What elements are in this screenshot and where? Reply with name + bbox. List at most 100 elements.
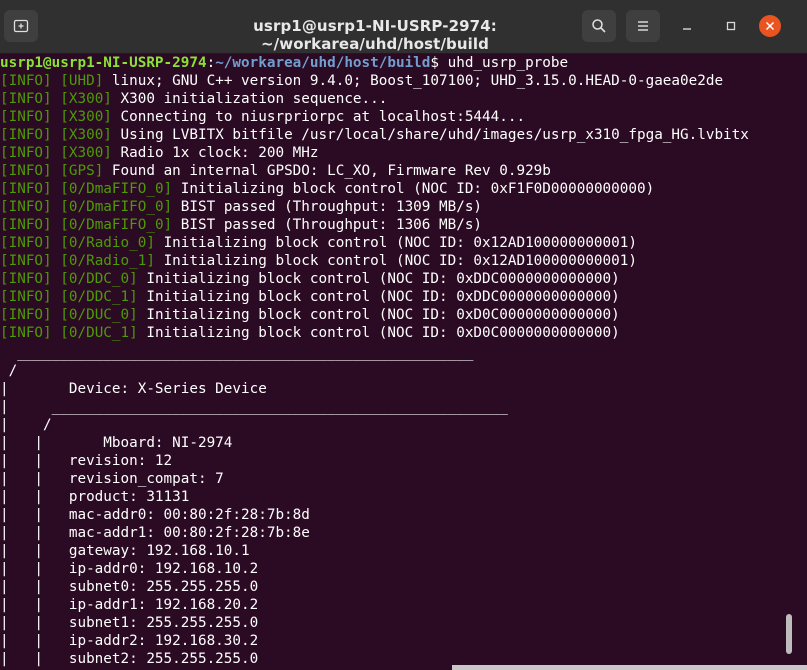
log-message: BIST passed (Throughput: 1309 MB/s) — [180, 199, 483, 215]
hamburger-menu-icon — [638, 21, 648, 31]
log-line: [INFO] [0/DUC_0] Initializing block cont… — [0, 306, 620, 324]
log-message: Initializing block control (NOC ID: 0x12… — [163, 253, 637, 269]
minimize-button[interactable] — [676, 15, 698, 37]
menu-button[interactable] — [626, 10, 660, 42]
log-level: [INFO] — [0, 91, 52, 107]
log-tag: [X300] — [60, 91, 112, 107]
device-tree-line: | | product: 31131 — [0, 489, 190, 505]
log-message: Connecting to niusrpriorpc at localhost:… — [120, 109, 526, 125]
prompt-user-host: usrp1@usrp1-NI-USRP-2974 — [0, 55, 207, 71]
log-tag: [X300] — [60, 145, 112, 161]
device-tree-line: | | subnet1: 255.255.255.0 — [0, 615, 259, 631]
log-tag: [0/DmaFIFO_0] — [60, 217, 173, 233]
prompt-separator: : — [206, 55, 216, 71]
log-tag: [0/Radio_0] — [60, 235, 155, 251]
device-tree-line: | | revision_compat: 7 — [0, 471, 224, 487]
prompt-line: usrp1@usrp1-NI-USRP-2974:~/workarea/uhd/… — [0, 54, 568, 72]
log-tag: [0/DDC_1] — [60, 289, 138, 305]
device-tree-line: | | ip-addr0: 192.168.10.2 — [0, 561, 259, 577]
prompt-path: ~/workarea/uhd/host/build — [215, 55, 431, 71]
scrollbar-track[interactable] — [792, 54, 807, 670]
device-tree-line: | | gateway: 192.168.10.1 — [0, 543, 250, 559]
log-message: Initializing block control (NOC ID: 0x12… — [163, 235, 637, 251]
terminal-output[interactable]: usrp1@usrp1-NI-USRP-2974:~/workarea/uhd/… — [0, 54, 790, 670]
log-tag: [0/DDC_0] — [60, 271, 138, 287]
log-level: [INFO] — [0, 289, 52, 305]
log-level: [INFO] — [0, 307, 52, 323]
log-tag: [X300] — [60, 127, 112, 143]
log-tag: [0/DUC_0] — [60, 307, 138, 323]
log-message: BIST passed (Throughput: 1306 MB/s) — [180, 217, 483, 233]
device-tree-line: | Device: X-Series Device — [0, 381, 267, 397]
log-line: [INFO] [0/DDC_1] Initializing block cont… — [0, 288, 620, 306]
log-tag: [0/DmaFIFO_0] — [60, 199, 173, 215]
log-line: [INFO] [X300] Connecting to niusrpriorpc… — [0, 108, 525, 126]
maximize-icon — [726, 21, 736, 31]
log-message: Initializing block control (NOC ID: 0xD0… — [146, 325, 620, 341]
window-title: usrp1@usrp1-NI-USRP-2974: ~/workarea/uhd… — [253, 17, 497, 53]
log-message: linux; GNU C++ version 9.4.0; Boost_1071… — [111, 73, 724, 89]
close-icon — [765, 21, 775, 31]
log-level: [INFO] — [0, 217, 52, 233]
log-line: [INFO] [0/DmaFIFO_0] BIST passed (Throug… — [0, 198, 482, 216]
log-message: Initializing block control (NOC ID: 0xF1… — [180, 181, 655, 197]
device-tree-line: | | Mboard: NI-2974 — [0, 435, 233, 451]
device-tree-line: | | revision: 12 — [0, 453, 173, 469]
log-line: [INFO] [X300] Using LVBITX bitfile /usr/… — [0, 126, 749, 144]
log-tag: [X300] — [60, 109, 112, 125]
minimize-icon — [683, 28, 691, 30]
command-text: uhd_usrp_probe — [447, 55, 569, 71]
log-tag: [0/DUC_1] — [60, 325, 138, 341]
log-message: X300 initialization sequence... — [120, 91, 388, 107]
log-line: [INFO] [GPS] Found an internal GPSDO: LC… — [0, 162, 551, 180]
log-level: [INFO] — [0, 235, 52, 251]
title-bar: usrp1@usrp1-NI-USRP-2974: ~/workarea/uhd… — [0, 0, 807, 54]
log-line: [INFO] [X300] Radio 1x clock: 200 MHz — [0, 144, 319, 162]
log-message: Radio 1x clock: 200 MHz — [120, 145, 319, 161]
prompt-symbol: $ — [430, 55, 448, 71]
log-tag: [0/Radio_1] — [60, 253, 155, 269]
log-message: Initializing block control (NOC ID: 0xD0… — [146, 307, 620, 323]
log-level: [INFO] — [0, 145, 52, 161]
log-tag: [0/DmaFIFO_0] — [60, 181, 173, 197]
log-level: [INFO] — [0, 271, 52, 287]
search-button[interactable] — [582, 10, 616, 42]
device-tree-line: | | mac-addr1: 00:80:2f:28:7b:8e — [0, 525, 310, 541]
log-line: [INFO] [0/DmaFIFO_0] BIST passed (Throug… — [0, 216, 482, 234]
device-tree-line: / — [0, 363, 18, 379]
log-level: [INFO] — [0, 109, 52, 125]
log-line: [INFO] [UHD] linux; GNU C++ version 9.4.… — [0, 72, 723, 90]
log-message: Initializing block control (NOC ID: 0xDD… — [146, 271, 620, 287]
maximize-button[interactable] — [720, 15, 742, 37]
log-level: [INFO] — [0, 73, 52, 89]
close-button[interactable] — [759, 15, 781, 37]
new-tab-button[interactable] — [4, 10, 38, 42]
log-message: Found an internal GPSDO: LC_XO, Firmware… — [111, 163, 551, 179]
scrollbar-thumb[interactable] — [786, 614, 792, 654]
log-line: [INFO] [0/DmaFIFO_0] Initializing block … — [0, 180, 654, 198]
log-message: Using LVBITX bitfile /usr/local/share/uh… — [120, 127, 749, 143]
device-tree-line: | | mac-addr0: 00:80:2f:28:7b:8d — [0, 507, 310, 523]
device-tree-line: | | ip-addr1: 192.168.20.2 — [0, 597, 259, 613]
log-level: [INFO] — [0, 163, 52, 179]
device-tree-line: | | subnet0: 255.255.255.0 — [0, 579, 259, 595]
log-line: [INFO] [X300] X300 initialization sequen… — [0, 90, 387, 108]
log-tag: [UHD] — [60, 73, 104, 89]
bottom-strip — [452, 665, 807, 670]
log-tag: [GPS] — [60, 163, 104, 179]
device-tree-line: | / — [0, 417, 52, 433]
device-tree-line: | | subnet2: 255.255.255.0 — [0, 651, 259, 667]
log-line: [INFO] [0/DDC_0] Initializing block cont… — [0, 270, 620, 288]
new-tab-icon — [13, 19, 29, 33]
log-level: [INFO] — [0, 127, 52, 143]
log-message: Initializing block control (NOC ID: 0xDD… — [146, 289, 620, 305]
log-level: [INFO] — [0, 325, 52, 341]
log-level: [INFO] — [0, 181, 52, 197]
log-line: [INFO] [0/Radio_0] Initializing block co… — [0, 234, 637, 252]
device-tree-line: ________________________________________… — [0, 345, 474, 361]
device-tree-line: | ______________________________________… — [0, 399, 508, 415]
device-tree-line: | | ip-addr2: 192.168.30.2 — [0, 633, 259, 649]
log-level: [INFO] — [0, 253, 52, 269]
search-icon — [592, 19, 606, 33]
log-line: [INFO] [0/Radio_1] Initializing block co… — [0, 252, 637, 270]
